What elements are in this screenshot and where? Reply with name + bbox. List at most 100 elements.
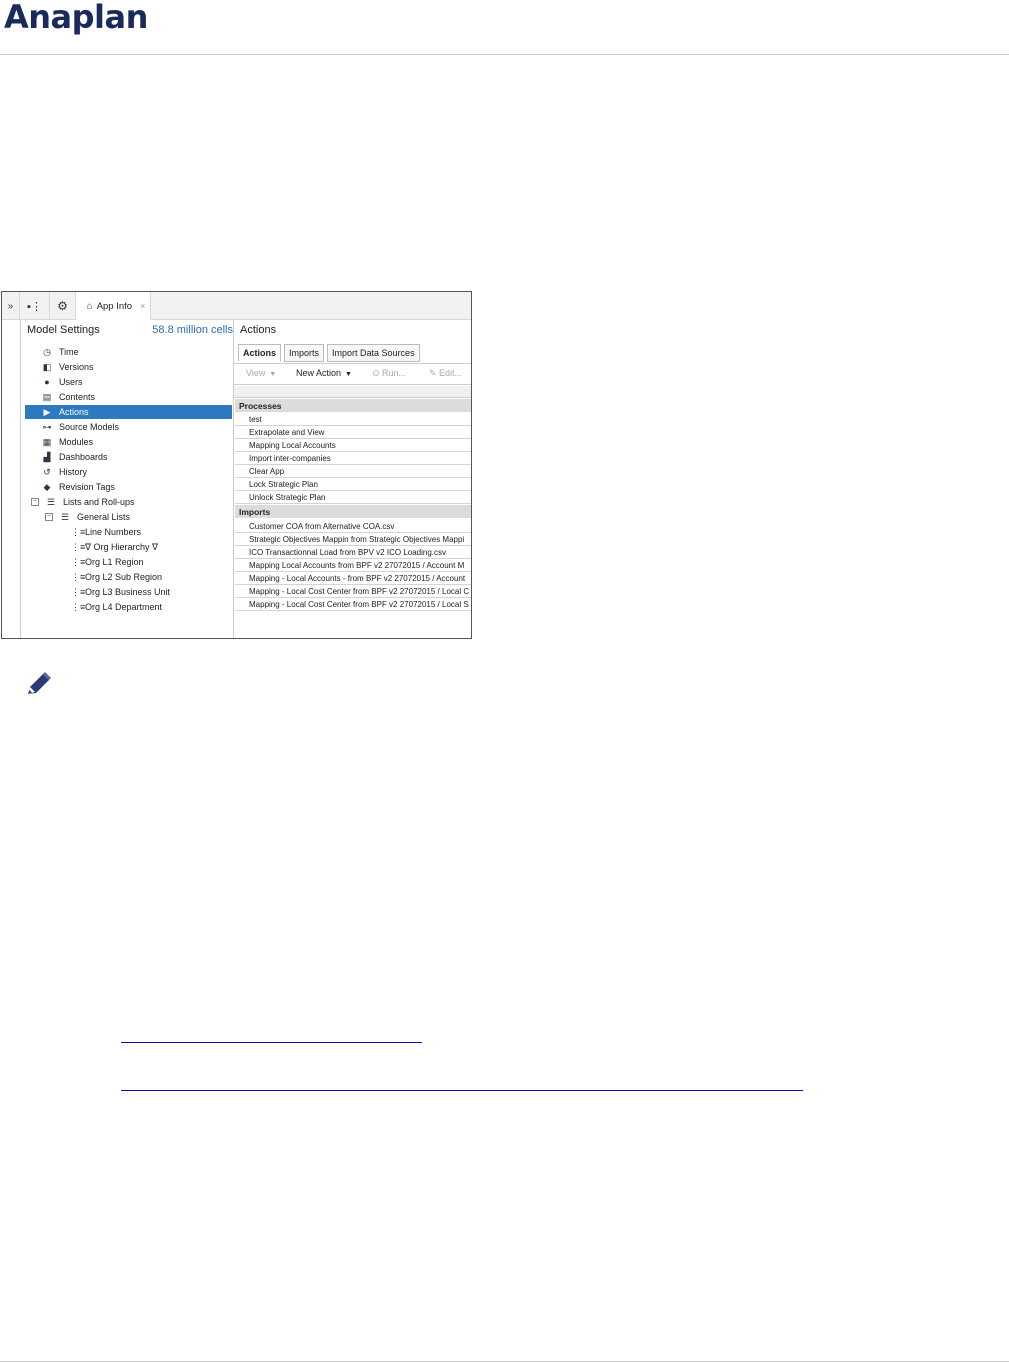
tree-item-label: Revision Tags: [59, 482, 115, 492]
contents-icon: ▤: [42, 391, 52, 402]
table-row[interactable]: Customer COA from Alternative COA.csv: [235, 520, 471, 533]
table-row[interactable]: Mapping - Local Cost Center from BPF v2 …: [235, 585, 471, 598]
tree-item-contents[interactable]: ▤ Contents: [41, 390, 95, 404]
tree-item-org-l1[interactable]: ⋮≡ Org L1 Region: [71, 555, 144, 569]
tree-item-label: Line Numbers: [85, 527, 142, 537]
tree-item-general-lists[interactable]: − ☰ General Lists: [45, 510, 130, 524]
cell-count: 58.8 million cells: [152, 324, 233, 336]
table-row[interactable]: Unlock Strategic Plan: [235, 491, 471, 504]
footer-divider: [0, 1361, 1009, 1362]
tree-item-time[interactable]: ◷ Time: [41, 345, 79, 359]
tree-item-label: Source Models: [59, 422, 120, 432]
tree-item-label: Org L3 Business Unit: [85, 587, 171, 597]
tab-import-data-sources[interactable]: Import Data Sources: [327, 344, 420, 362]
gear-icon[interactable]: ⚙: [50, 292, 76, 320]
history-icon: ↺: [43, 466, 51, 477]
tree-item-history[interactable]: ↺ History: [41, 465, 87, 479]
tab-actions[interactable]: Actions: [238, 344, 282, 362]
tree-item-label: General Lists: [77, 512, 131, 522]
tree-item-versions[interactable]: ◧ Versions: [41, 360, 94, 374]
edit-button[interactable]: ✎ Edit...: [429, 368, 462, 379]
tab-imports[interactable]: Imports: [284, 344, 325, 362]
table-row[interactable]: Mapping Local Accounts: [235, 439, 471, 452]
table-row[interactable]: Import inter-companies: [235, 452, 471, 465]
grid-header: [234, 386, 471, 398]
tree-item-label: History: [59, 467, 88, 477]
clock-icon: ◷: [43, 346, 51, 357]
tree-item-org-l2[interactable]: ⋮≡ Org L2 Sub Region: [71, 570, 162, 584]
run-button[interactable]: ⊙ Run...: [372, 368, 406, 379]
tree-icon[interactable]: ▪⋮: [20, 292, 50, 320]
view-button[interactable]: View ▼: [246, 368, 276, 378]
close-icon[interactable]: ×: [140, 301, 145, 311]
model-settings-pane: Model Settings 58.8 million cells ◷ Time…: [20, 320, 234, 638]
app-screenshot: » ▪⋮ ⚙ ⌂ App Info × Model Settings 58.8 …: [1, 291, 472, 639]
view-label: View: [246, 368, 266, 378]
hyperlink-underline[interactable]: [121, 1090, 803, 1091]
app-topbar: » ▪⋮ ⚙ ⌂ App Info ×: [2, 292, 471, 320]
new-action-button[interactable]: New Action ▼: [296, 368, 352, 378]
logo-wordmark: Anaplan: [4, 0, 148, 36]
tree-item-org-l3[interactable]: ⋮≡ Org L3 Business Unit: [71, 585, 170, 599]
table-row[interactable]: ICO Transactionnal Load from BPV v2 ICO …: [235, 546, 471, 559]
tree-item-label: Lists and Roll-ups: [63, 497, 135, 507]
tree-item-label: Versions: [59, 362, 94, 372]
run-label: Run...: [382, 368, 407, 378]
grid-icon: ▦: [42, 436, 52, 447]
list-icon: ☰: [46, 496, 56, 507]
tree-item-label: Dashboards: [59, 452, 108, 462]
tree-item-label: Org L2 Sub Region: [85, 572, 163, 582]
collapse-toggle[interactable]: −: [45, 513, 53, 521]
tree-item-label: Org L1 Region: [85, 557, 144, 567]
tab-app-info[interactable]: ⌂ App Info ×: [76, 292, 151, 320]
tree-item-modules[interactable]: ▦ Modules: [41, 435, 93, 449]
play-circle-icon: ⊙: [372, 368, 383, 378]
table-row[interactable]: Mapping Local Accounts from BPF v2 27072…: [235, 559, 471, 572]
chevron-down-icon: ▼: [269, 371, 277, 378]
table-row[interactable]: Extrapolate and View: [235, 426, 471, 439]
pane-title: Model Settings: [27, 324, 100, 336]
collapse-toggle[interactable]: −: [31, 498, 39, 506]
table-row[interactable]: Lock Strategic Plan: [235, 478, 471, 491]
tree-item-source-models[interactable]: ⊶ Source Models: [41, 420, 120, 434]
tree-item-label: Users: [59, 377, 83, 387]
pencil-icon: [28, 672, 51, 694]
versions-icon: ◧: [42, 361, 52, 372]
tree-item-actions[interactable]: ▶ Actions: [25, 405, 232, 419]
tree-item-label: Org L4 Department: [85, 602, 163, 612]
anaplan-logo: Anaplan: [4, 0, 148, 36]
tree-item-label: Actions: [59, 407, 89, 417]
table-row[interactable]: test: [235, 413, 471, 426]
tree-item-line-numbers[interactable]: ⋮≡ Line Numbers: [71, 525, 141, 539]
tree-item-label: Modules: [59, 437, 94, 447]
group-header: Imports: [235, 505, 471, 518]
list-icon: ☰: [60, 511, 70, 522]
dashboard-icon: ▟: [43, 451, 51, 462]
tree-item-users[interactable]: ● Users: [41, 375, 83, 389]
tree-item-org-l4[interactable]: ⋮≡ Org L4 Department: [71, 600, 162, 614]
tree-item-org-hierarchy[interactable]: ⋮≡ ∇ Org Hierarchy ∇: [71, 540, 158, 554]
hyperlink-underline[interactable]: [121, 1042, 422, 1043]
actions-pane: Actions Actions Imports Import Data Sour…: [234, 320, 471, 638]
tree-item-dashboards[interactable]: ▟ Dashboards: [41, 450, 108, 464]
expand-icon[interactable]: »: [2, 292, 20, 320]
edit-label: Edit...: [439, 368, 463, 378]
list-icon: ⋮≡: [71, 526, 86, 537]
tree-item-label: ∇ Org Hierarchy ∇: [85, 541, 159, 552]
table-row[interactable]: Strategic Objectives Mappin from Strateg…: [235, 533, 471, 546]
table-row[interactable]: Clear App: [235, 465, 471, 478]
tag-icon: ◆: [43, 481, 51, 492]
model-settings-header: Model Settings 58.8 million cells: [27, 324, 233, 336]
tree-item-label: Contents: [59, 392, 96, 402]
list-icon: ⋮≡: [71, 541, 86, 552]
home-icon: ⌂: [86, 300, 93, 312]
table-row[interactable]: Mapping - Local Accounts - from BPF v2 2…: [235, 572, 471, 585]
list-icon: ⋮≡: [71, 556, 86, 567]
actions-tabs: Actions Imports Import Data Sources: [238, 344, 423, 362]
pencil-icon: ✎: [429, 368, 440, 378]
tree-item-lists-rollups[interactable]: − ☰ Lists and Roll-ups: [31, 495, 135, 509]
actions-toolbar: View ▼ New Action ▼ ⊙ Run... ✎ Edit...: [234, 363, 471, 385]
user-icon: ●: [44, 377, 50, 387]
table-row[interactable]: Mapping - Local Cost Center from BPF v2 …: [235, 598, 471, 611]
tree-item-revision-tags[interactable]: ◆ Revision Tags: [41, 480, 115, 494]
